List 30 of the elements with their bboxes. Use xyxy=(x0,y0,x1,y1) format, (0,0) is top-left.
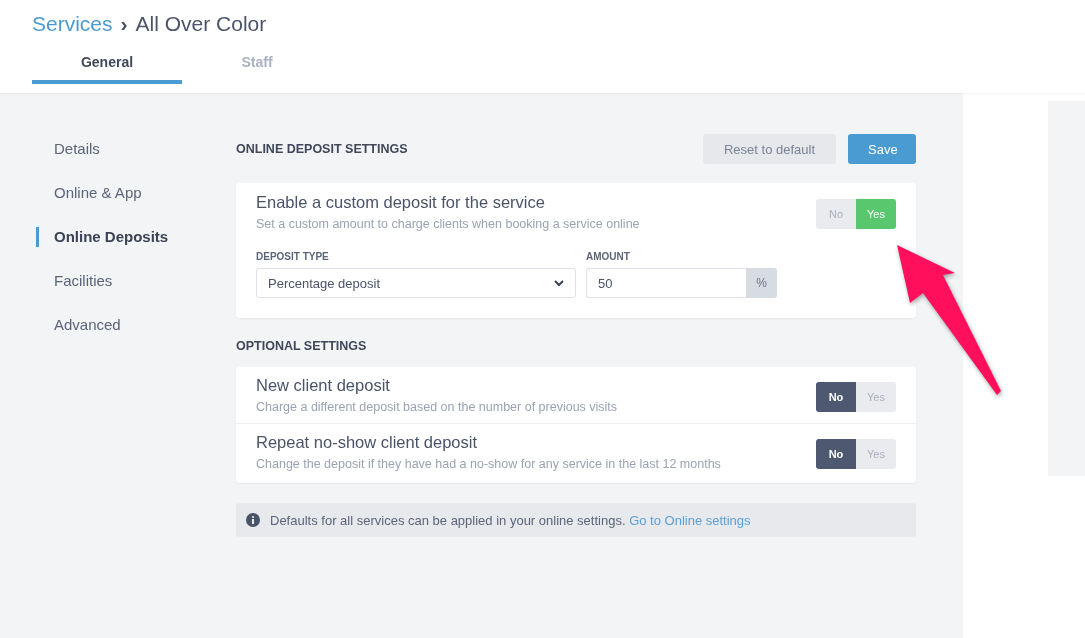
field-label: DEPOSIT TYPE xyxy=(256,251,330,262)
setting-title: New client deposit xyxy=(256,376,391,395)
section-heading: OPTIONAL SETTINGS xyxy=(236,339,368,353)
reset-button[interactable]: Reset to default xyxy=(703,134,836,164)
sidebar-item[interactable]: Online & App xyxy=(36,183,236,203)
section-heading: ONLINE DEPOSIT SETTINGS xyxy=(236,142,408,156)
setting-description: Change the deposit if they have had a no-show for any service in the last 12 months xyxy=(256,457,721,471)
sidebar-item[interactable]: Details xyxy=(36,139,236,159)
breadcrumb-link[interactable]: Services xyxy=(32,12,113,36)
tab[interactable]: General xyxy=(32,54,182,84)
sidebar-item[interactable]: Advanced xyxy=(36,315,236,335)
save-button[interactable]: Save xyxy=(848,134,916,164)
setting-description: Set a custom amount to charge clients when booking a service online xyxy=(256,217,640,231)
sidebar-item[interactable]: Facilities xyxy=(36,271,236,291)
no-option[interactable]: No xyxy=(816,382,856,412)
info-icon xyxy=(246,513,260,527)
yes-no-toggle[interactable]: No Yes xyxy=(816,382,896,412)
field-label: AMOUNT xyxy=(586,251,631,262)
amount-field[interactable]: 50 xyxy=(586,268,746,298)
chevron-down-icon xyxy=(554,279,564,287)
setting-title: Enable a custom deposit for the service xyxy=(256,193,546,212)
page-title: All Over Color xyxy=(135,12,267,36)
breadcrumb-separator: › xyxy=(120,12,128,36)
deposit-type-dropdown[interactable]: Percentage deposit xyxy=(256,268,576,298)
no-option[interactable]: No xyxy=(816,439,856,469)
percent-addon: % xyxy=(746,268,777,298)
setting-title: Repeat no-show client deposit xyxy=(256,433,479,452)
setting-description: Charge a different deposit based on the number of previous visits xyxy=(256,400,618,414)
yes-no-toggle[interactable]: No Yes xyxy=(816,439,896,469)
info-text: Defaults for all services can be applied in your online settings. Go to Online settings xyxy=(270,512,751,528)
